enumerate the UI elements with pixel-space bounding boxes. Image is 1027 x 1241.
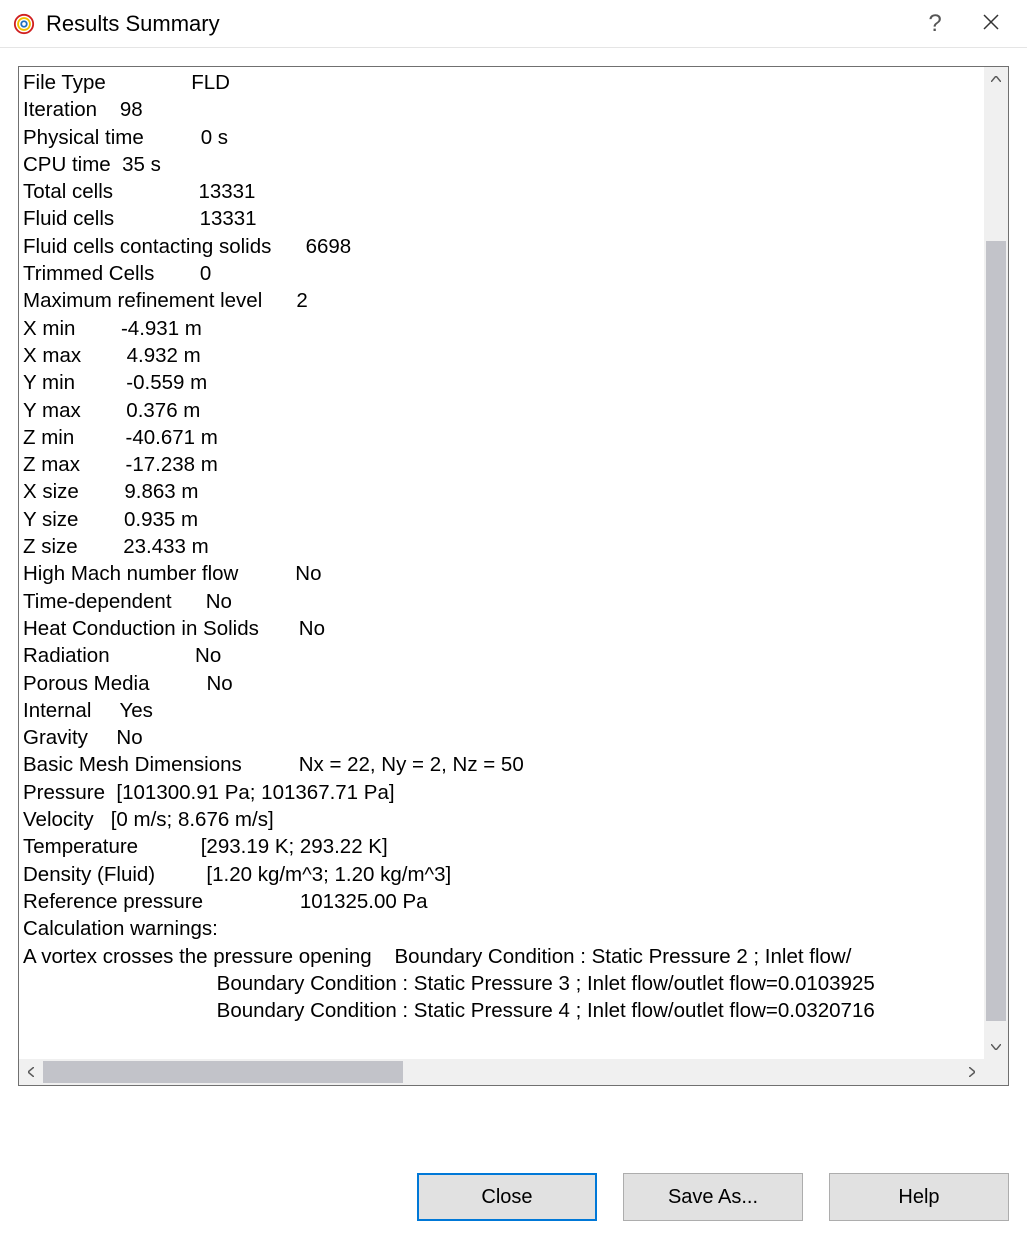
horizontal-scrollbar[interactable]: [19, 1059, 984, 1085]
results-summary-dialog: Results Summary ? File Type FLD Iteratio…: [0, 0, 1027, 1241]
summary-text[interactable]: File Type FLD Iteration 98 Physical time…: [19, 67, 984, 1059]
save-as-button[interactable]: Save As...: [623, 1173, 803, 1221]
content-area: File Type FLD Iteration 98 Physical time…: [0, 48, 1027, 1149]
scroll-down-icon[interactable]: [984, 1035, 1008, 1059]
help-footer-button[interactable]: Help: [829, 1173, 1009, 1221]
button-row: Close Save As... Help: [0, 1149, 1027, 1241]
vertical-scrollbar[interactable]: [984, 67, 1008, 1059]
window-title: Results Summary: [46, 11, 907, 37]
scroll-left-icon[interactable]: [19, 1059, 43, 1085]
vertical-scroll-thumb[interactable]: [986, 241, 1006, 1021]
scroll-up-icon[interactable]: [984, 67, 1008, 91]
close-icon: [982, 11, 1000, 37]
horizontal-scroll-track[interactable]: [43, 1059, 960, 1085]
close-window-button[interactable]: [963, 4, 1019, 44]
vertical-scroll-track[interactable]: [984, 91, 1008, 1035]
app-icon: [12, 12, 36, 36]
close-button[interactable]: Close: [417, 1173, 597, 1221]
help-button[interactable]: ?: [907, 4, 963, 44]
titlebar: Results Summary ?: [0, 0, 1027, 48]
summary-text-frame: File Type FLD Iteration 98 Physical time…: [18, 66, 1009, 1086]
horizontal-scroll-thumb[interactable]: [43, 1061, 403, 1083]
help-icon: ?: [928, 10, 941, 38]
scroll-corner: [984, 1059, 1008, 1085]
scroll-right-icon[interactable]: [960, 1059, 984, 1085]
